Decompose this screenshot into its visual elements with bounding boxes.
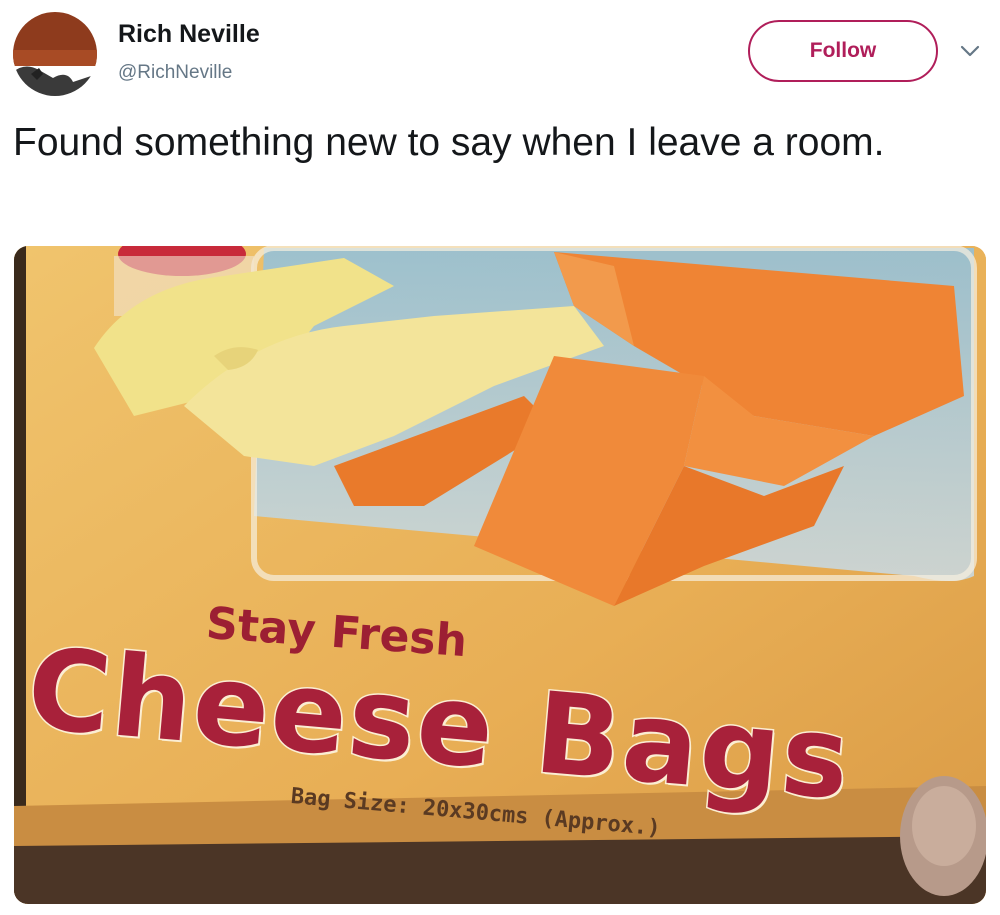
follow-button[interactable]: Follow: [748, 20, 938, 82]
author-name[interactable]: Rich Neville: [118, 20, 260, 49]
tweet-photo[interactable]: Stay Fresh Cheese Bags Bag Size: 20x30cm…: [14, 246, 986, 904]
avatar[interactable]: [13, 12, 97, 96]
chevron-down-icon[interactable]: [958, 42, 982, 60]
author-handle[interactable]: @RichNeville: [118, 62, 232, 84]
tweet-text: Found something new to say when I leave …: [13, 121, 885, 164]
